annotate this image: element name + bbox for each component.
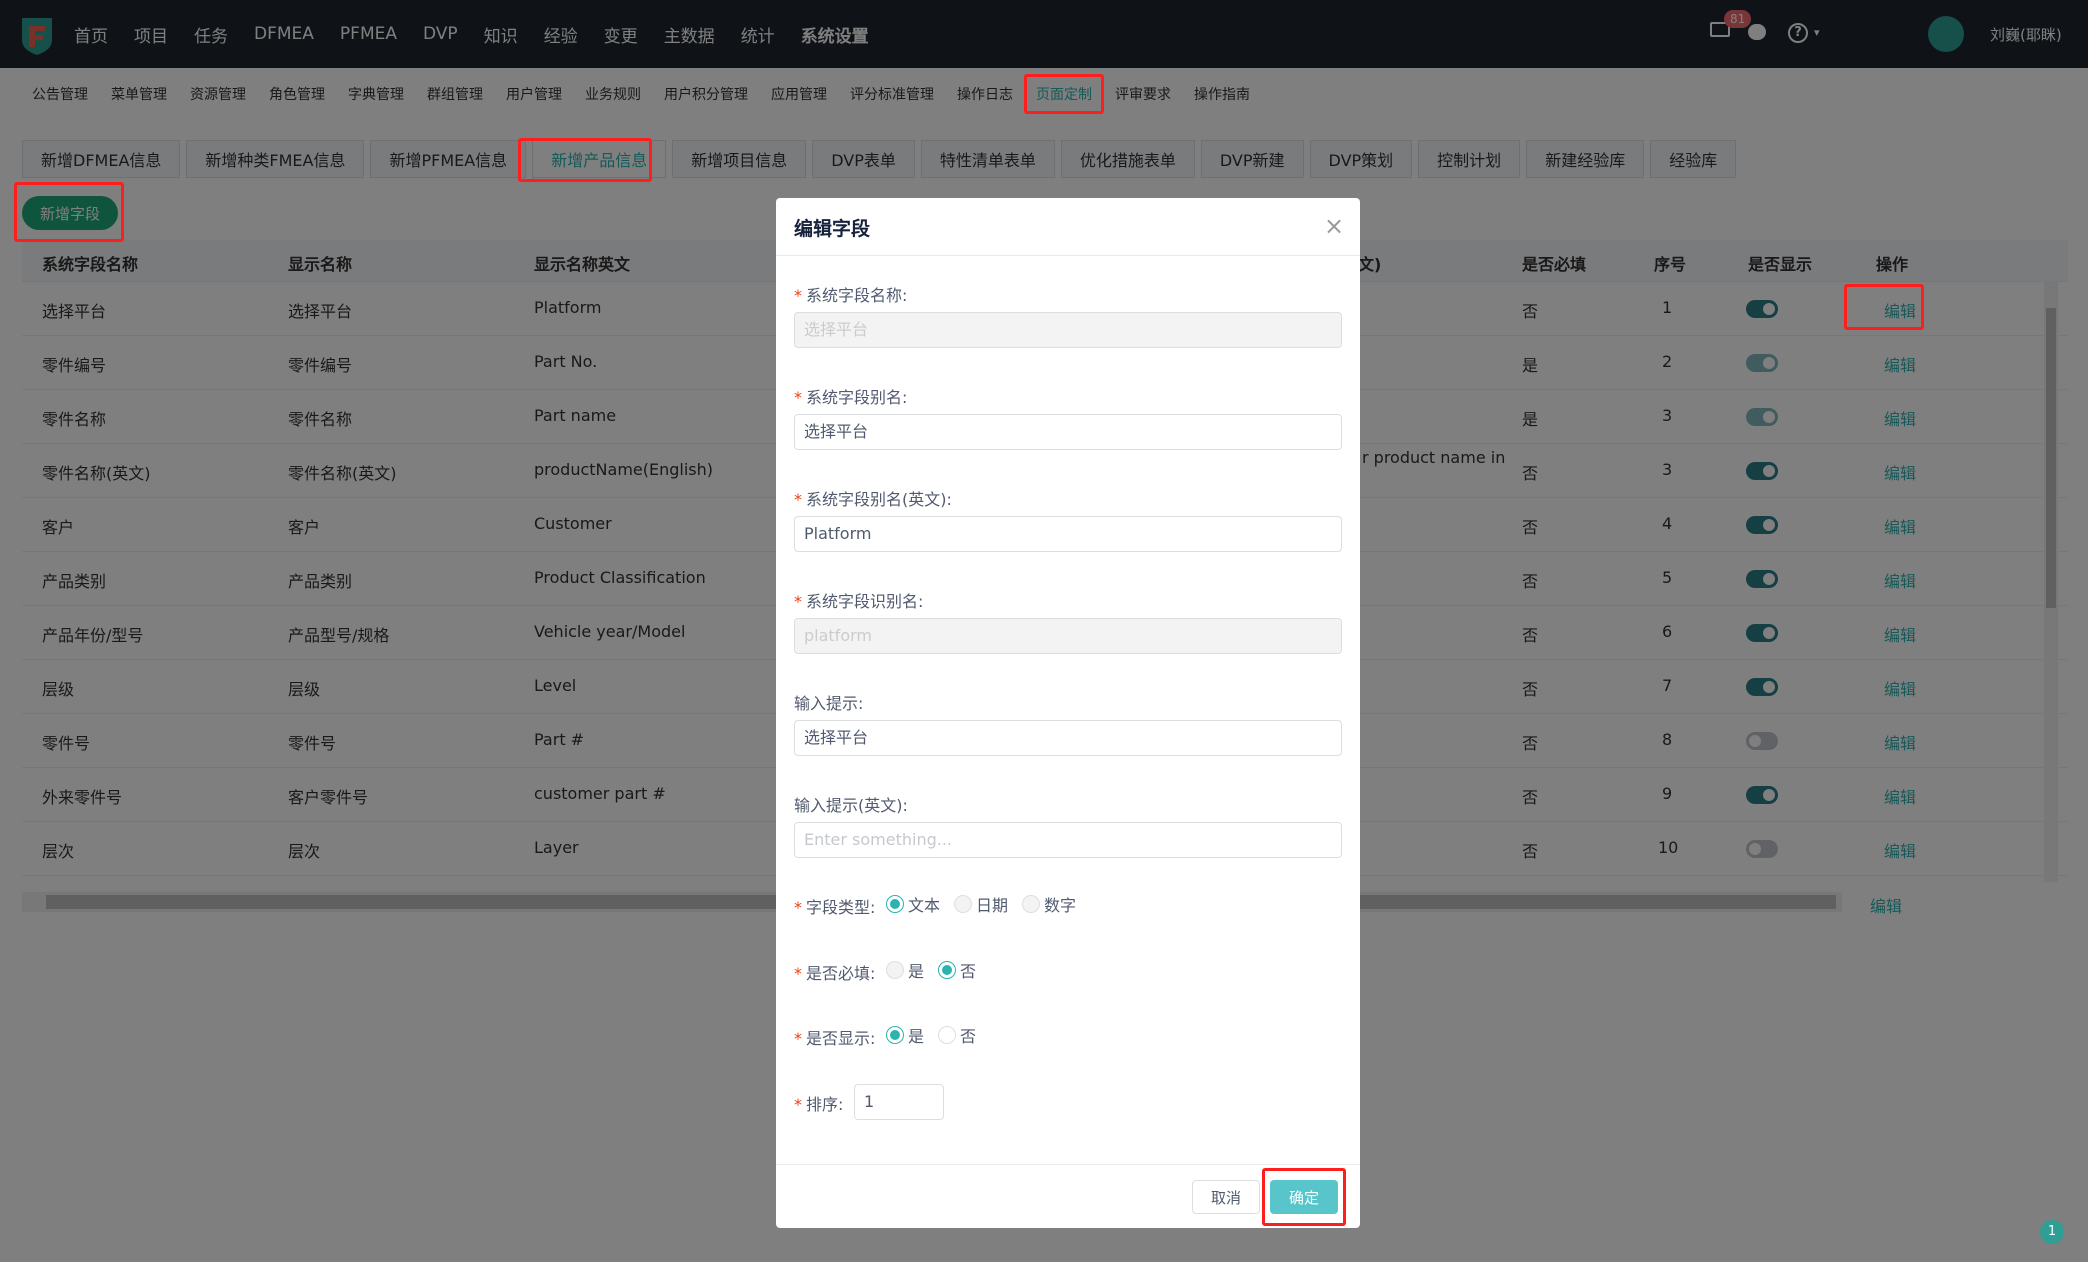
visible-yes-label[interactable]: 是 — [908, 1023, 924, 1047]
alias-en-input[interactable]: Platform — [794, 516, 1342, 552]
type-number-radio[interactable] — [1022, 895, 1041, 913]
type-date-radio[interactable] — [954, 895, 973, 913]
alias-en-label: * 系统字段别名(英文): — [794, 490, 952, 509]
required-no-radio[interactable] — [938, 961, 957, 979]
hint-en-input[interactable]: Enter something... — [794, 822, 1342, 858]
sys-name-label: * 系统字段名称: — [794, 286, 908, 305]
visible-no-radio[interactable] — [938, 1026, 957, 1044]
required-yes-radio[interactable] — [886, 961, 904, 979]
ident-input: platform — [794, 618, 1342, 654]
confirm-button[interactable]: 确定 — [1270, 1180, 1338, 1214]
visible-label: * 是否显示: — [794, 1029, 876, 1048]
dialog-title: 编辑字段 — [794, 218, 871, 240]
order-input[interactable]: 1 — [854, 1084, 944, 1120]
type-label: * 字段类型: — [794, 898, 876, 917]
cancel-button[interactable]: 取消 — [1192, 1180, 1260, 1214]
alias-input[interactable]: 选择平台 — [794, 414, 1342, 450]
type-date-label[interactable]: 日期 — [976, 892, 1008, 916]
edit-field-dialog: 编辑字段 × * 系统字段名称: 选择平台 * 系统字段别名: 选择平台 * 系统字段… — [776, 198, 1360, 1228]
visible-no-label[interactable]: 否 — [960, 1023, 976, 1047]
alias-label: * 系统字段别名: — [794, 388, 908, 407]
hint-en-label: 输入提示(英文): — [794, 796, 908, 815]
hint-input[interactable]: 选择平台 — [794, 720, 1342, 756]
sys-name-input: 选择平台 — [794, 312, 1342, 348]
type-text-label[interactable]: 文本 — [908, 892, 940, 916]
type-number-label[interactable]: 数字 — [1044, 892, 1076, 916]
type-text-radio[interactable] — [886, 895, 904, 913]
visible-yes-radio[interactable] — [886, 1026, 904, 1044]
dialog-header: 编辑字段 × — [776, 198, 1360, 256]
required-radio-group: 是 否 — [886, 958, 990, 982]
close-icon[interactable]: × — [1324, 212, 1344, 240]
hint-label: 输入提示: — [794, 694, 864, 713]
visible-radio-group: 是 否 — [886, 1023, 990, 1047]
order-label: * 排序: — [794, 1095, 844, 1114]
floating-help-icon[interactable]: 1 — [2040, 1220, 2064, 1244]
type-radio-group: 文本 日期 数字 — [886, 892, 1090, 916]
required-yes-label[interactable]: 是 — [908, 958, 924, 982]
required-no-label[interactable]: 否 — [960, 958, 976, 982]
required-label: * 是否必填: — [794, 964, 876, 983]
ident-label: * 系统字段识别名: — [794, 592, 924, 611]
